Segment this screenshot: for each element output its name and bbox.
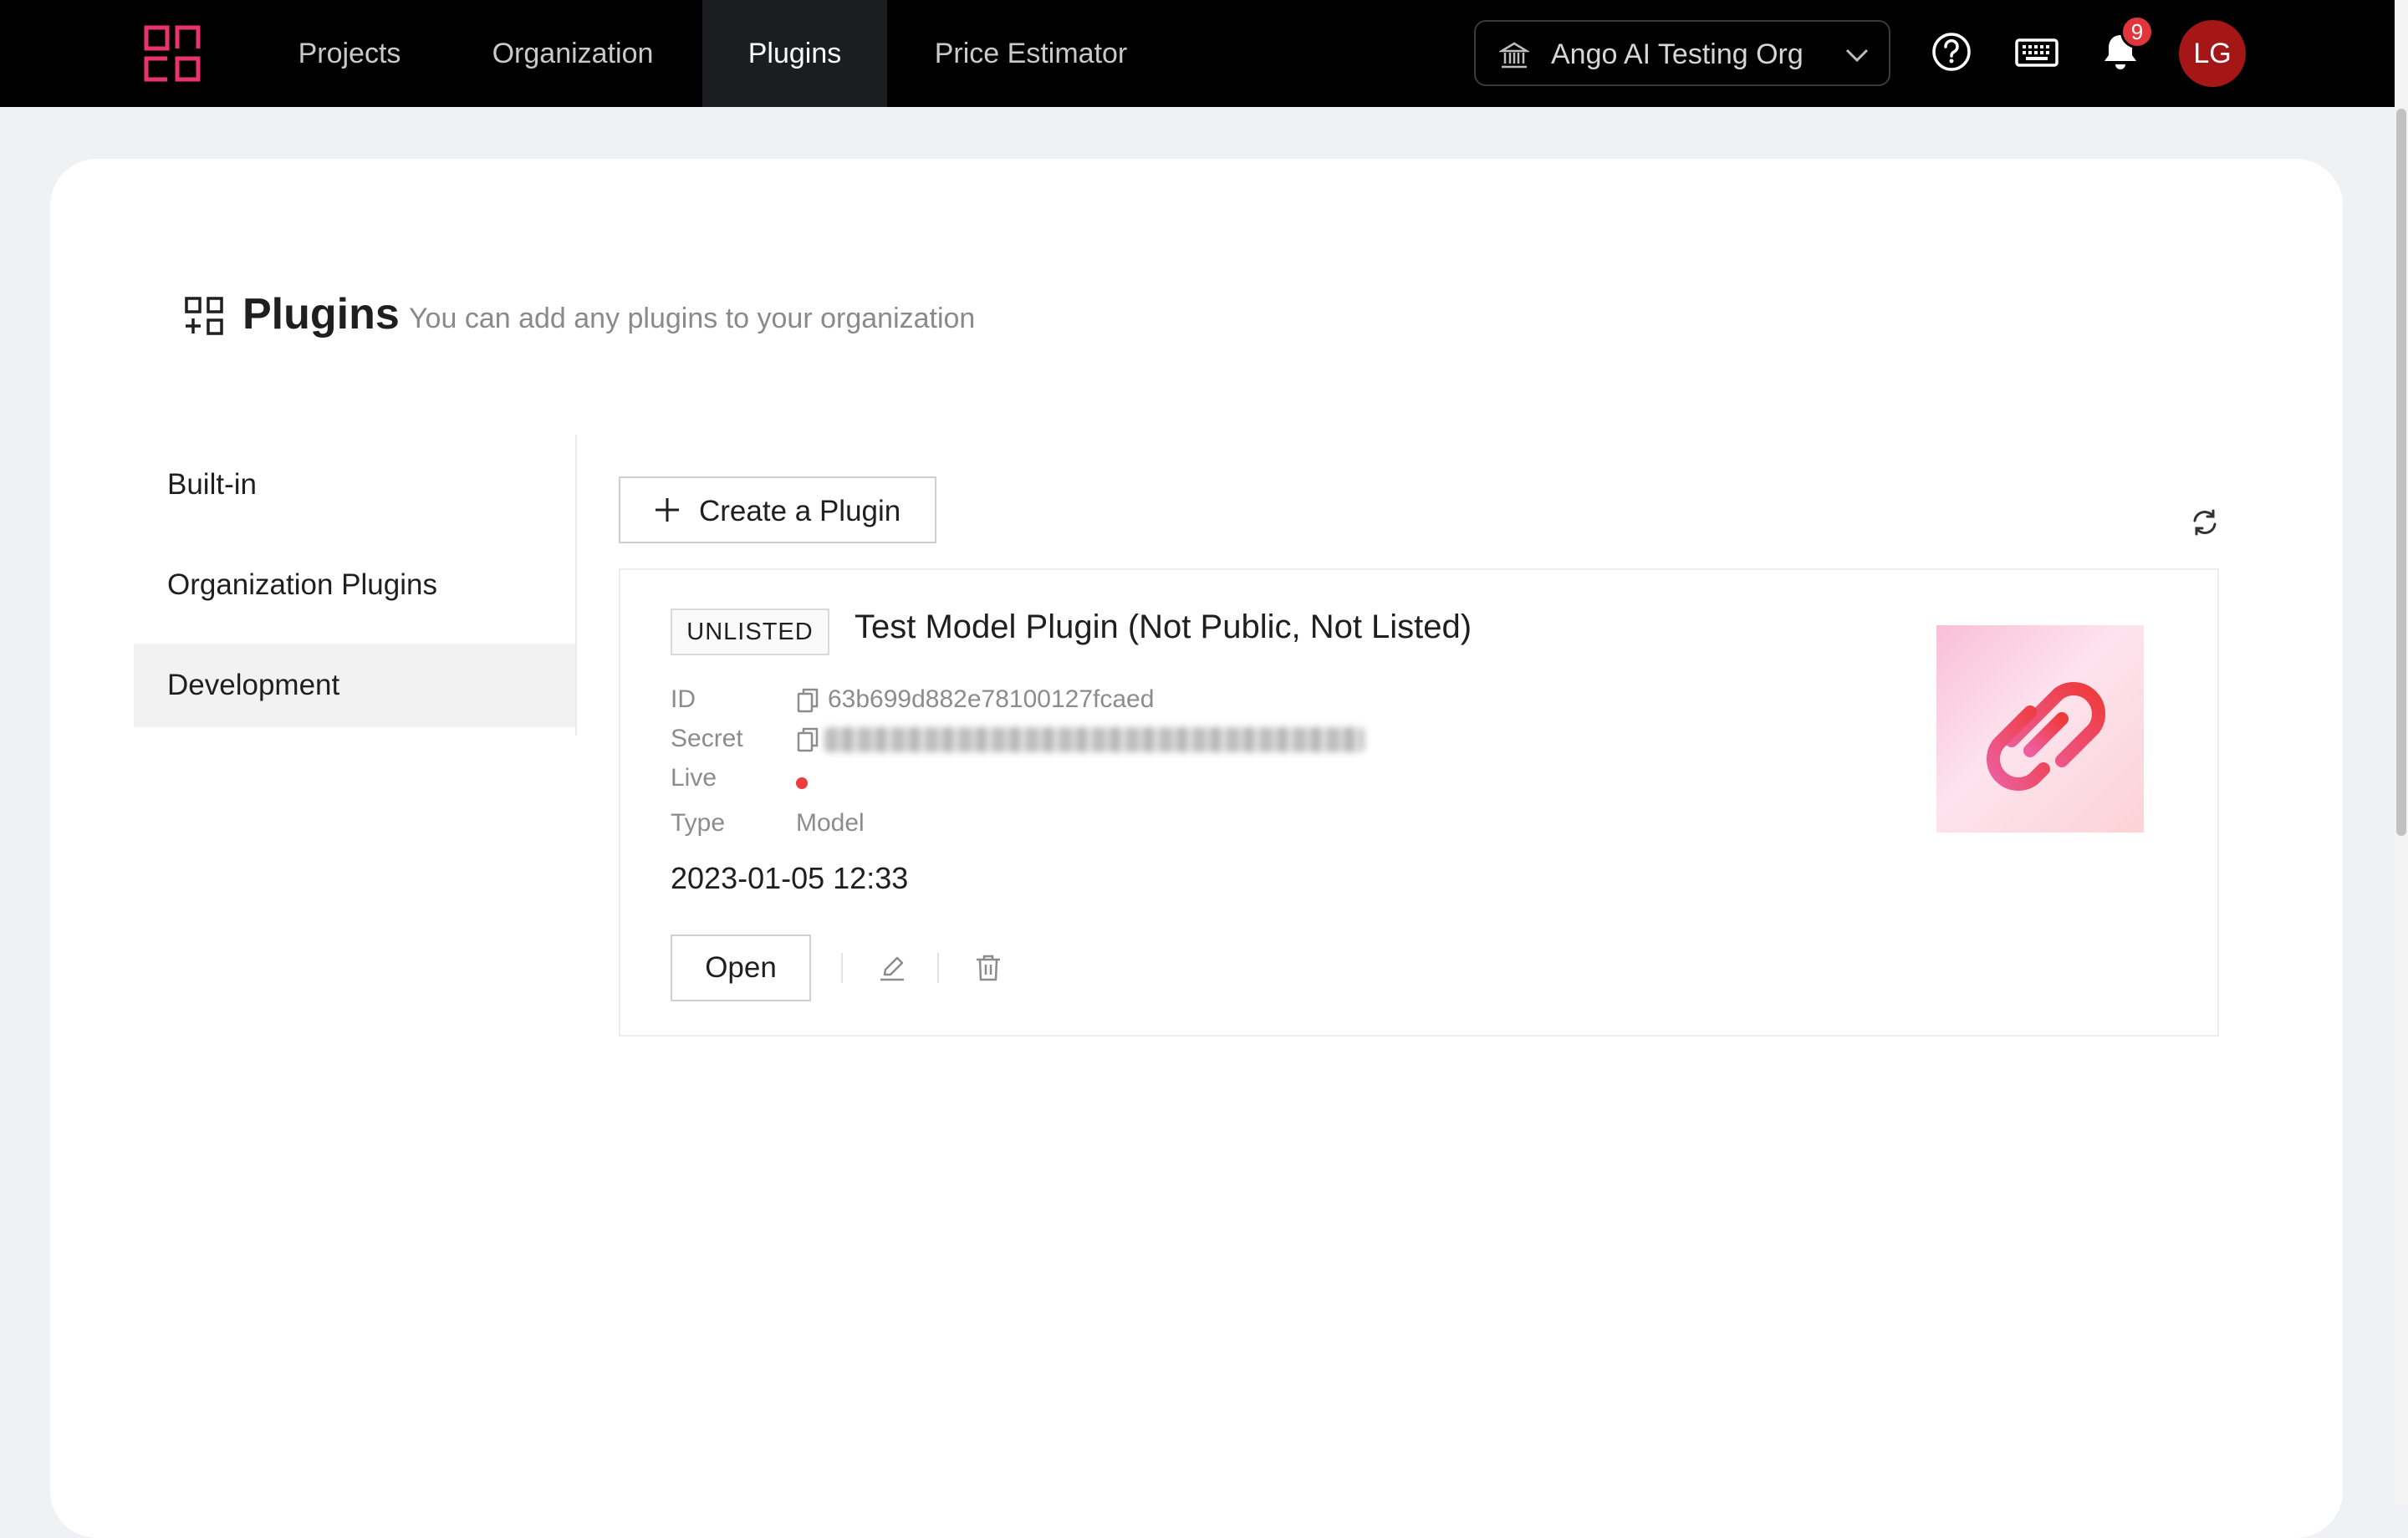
- notification-badge: 9: [2120, 15, 2154, 48]
- action-divider: [841, 953, 843, 983]
- plugin-type-value: Model: [796, 809, 865, 837]
- plugin-title: Test Model Plugin (Not Public, Not Liste…: [855, 609, 1472, 645]
- menu-item-built-in[interactable]: Built-in: [134, 443, 575, 527]
- status-badge: UNLISTED: [671, 609, 829, 655]
- create-plugin-button[interactable]: Create a Plugin: [619, 476, 936, 543]
- org-selector[interactable]: Ango AI Testing Org: [1474, 20, 1890, 86]
- live-label: Live: [671, 764, 717, 792]
- copy-secret-icon[interactable]: [796, 726, 819, 753]
- id-label: ID: [671, 685, 696, 713]
- plugin-id-value: 63b699d882e78100127fcaed: [828, 685, 1155, 713]
- org-selector-label: Ango AI Testing Org: [1551, 38, 1803, 70]
- action-divider: [937, 953, 939, 983]
- menu-item-development[interactable]: Development: [134, 644, 575, 727]
- refresh-icon[interactable]: [2191, 508, 2219, 537]
- menu-item-organization-plugins[interactable]: Organization Plugins: [134, 543, 575, 627]
- nav-organization[interactable]: Organization: [468, 0, 677, 107]
- keyboard-icon[interactable]: [2015, 30, 2059, 74]
- live-status-dot: [796, 777, 808, 789]
- page-title: Plugins: [242, 290, 400, 339]
- help-icon[interactable]: [1930, 30, 1973, 74]
- edit-icon[interactable]: [877, 953, 907, 983]
- nav-projects[interactable]: Projects: [273, 0, 426, 107]
- plugins-grid-icon: [185, 297, 223, 335]
- plus-icon: [656, 498, 679, 522]
- delete-icon[interactable]: [973, 953, 1003, 983]
- link-icon: [1987, 682, 2105, 791]
- avatar[interactable]: LG: [2179, 20, 2246, 87]
- top-navbar: Projects Organization Plugins Price Esti…: [0, 0, 2395, 107]
- nav-price-estimator[interactable]: Price Estimator: [913, 0, 1149, 107]
- secret-value-blurred: [824, 727, 1365, 752]
- type-label: Type: [671, 809, 726, 837]
- open-button[interactable]: Open: [671, 935, 811, 1001]
- create-plugin-label: Create a Plugin: [699, 495, 901, 527]
- chevron-down-icon: [1845, 48, 1869, 63]
- bank-icon: [1499, 42, 1529, 69]
- secret-label: Secret: [671, 725, 743, 752]
- scrollbar-thumb[interactable]: [2396, 109, 2406, 836]
- plugin-date: 2023-01-05 12:33: [671, 861, 909, 895]
- menu-divider: [575, 435, 577, 736]
- page-subtitle: You can add any plugins to your organiza…: [409, 303, 976, 334]
- nav-plugins[interactable]: Plugins: [702, 0, 887, 107]
- plugin-thumbnail: [1936, 625, 2144, 833]
- copy-id-icon[interactable]: [796, 687, 819, 714]
- ango-logo-icon[interactable]: [144, 25, 201, 82]
